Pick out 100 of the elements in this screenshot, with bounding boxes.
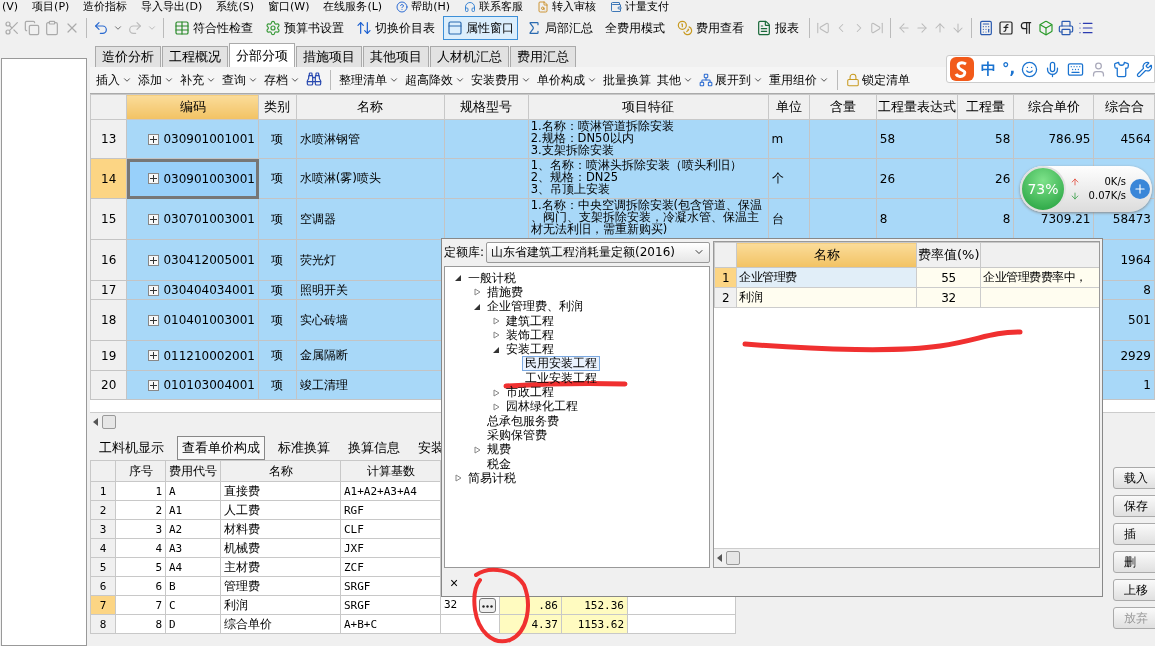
column-header[interactable]: 含量 — [809, 94, 877, 120]
menu-item[interactable]: 项目(P) — [32, 1, 70, 13]
row-number[interactable]: 16 — [90, 239, 127, 281]
menu-item[interactable]: 帮助(H) — [411, 1, 450, 13]
row-number[interactable]: 15 — [90, 198, 127, 240]
collapsed-icon[interactable] — [472, 445, 482, 454]
collapsed-icon[interactable] — [472, 288, 482, 297]
collapsed-icon[interactable] — [491, 317, 501, 326]
expand-icon[interactable] — [148, 379, 160, 391]
menu-item[interactable]: 造价指标 — [83, 1, 128, 13]
scroll-thumb[interactable] — [726, 551, 740, 565]
toolbar-button[interactable]: 安装费用 — [471, 71, 531, 89]
toolbar-button[interactable]: 锁定清单 — [846, 71, 910, 89]
expanded-icon[interactable] — [472, 302, 482, 311]
row-number[interactable]: 20 — [90, 370, 127, 400]
toolbar-button[interactable]: 批量换算 — [603, 71, 651, 89]
column-header[interactable]: 费率值(%) — [916, 242, 981, 268]
column-header[interactable]: 编码 — [126, 94, 259, 120]
toolbar-button[interactable]: 切换价目表 — [352, 16, 439, 40]
tree-item[interactable]: 总承包服务费 — [484, 413, 562, 429]
tree-item[interactable]: 采购保管费 — [484, 427, 550, 443]
add-button[interactable] — [1130, 179, 1150, 199]
tree-item[interactable]: 安装工程 — [503, 342, 557, 358]
expand-icon[interactable] — [148, 213, 160, 225]
column-header[interactable]: 单位 — [768, 94, 810, 120]
input-mode[interactable]: 中 — [981, 59, 996, 79]
menu-item[interactable]: 联系客服 — [479, 1, 523, 13]
column-header[interactable]: 项目特征 — [528, 94, 768, 120]
toolbar-button[interactable]: 查询 — [222, 71, 258, 89]
row-number[interactable]: 14 — [90, 158, 127, 199]
collapsed-icon[interactable] — [491, 331, 501, 340]
expand-icon[interactable] — [148, 173, 160, 184]
tree-item[interactable]: 园林绿化工程 — [503, 399, 581, 415]
toolbar-button[interactable]: 局部汇总 — [522, 16, 597, 40]
scroll-thumb[interactable] — [102, 415, 116, 429]
tab[interactable]: 其他项目 — [363, 46, 429, 67]
row-number[interactable]: 17 — [90, 280, 127, 300]
tree-item[interactable]: 民用安装工程 — [522, 356, 600, 372]
expand-icon[interactable] — [148, 350, 160, 361]
toolbar-button[interactable]: 超高降效 — [405, 71, 465, 89]
column-header[interactable]: 名称 — [736, 242, 917, 268]
horizontal-scrollbar[interactable] — [714, 548, 1099, 567]
close-button[interactable]: × — [448, 575, 461, 591]
tree-item[interactable]: 企业管理费、利润 — [484, 299, 586, 315]
tab[interactable]: 工料机显示 — [94, 435, 169, 460]
toolbar-button[interactable]: 费用查看 — [673, 16, 748, 40]
expand-icon[interactable] — [148, 254, 160, 266]
toolbar-button[interactable]: 单价构成 — [537, 71, 597, 89]
scroll-left-icon[interactable] — [717, 554, 722, 562]
row-number[interactable]: 1 — [714, 267, 737, 288]
menu-item[interactable]: (V) — [2, 1, 19, 13]
collapsed-icon[interactable] — [491, 402, 501, 411]
toolbar-button[interactable]: 插入 — [96, 71, 132, 89]
scroll-left-icon[interactable] — [93, 418, 98, 426]
side-button[interactable]: 上移 — [1113, 579, 1155, 601]
menu-item[interactable]: 计量支付 — [625, 1, 669, 13]
column-header[interactable]: 综合合 — [1093, 94, 1155, 120]
toolbar-button[interactable]: 报表 — [752, 16, 803, 40]
side-button[interactable]: 插 — [1113, 523, 1155, 545]
column-header[interactable]: 工程量表达式 — [876, 94, 958, 120]
row-number[interactable]: 18 — [90, 299, 127, 341]
tree-item[interactable]: 措施费 — [484, 284, 526, 300]
expand-icon[interactable] — [148, 314, 160, 326]
tree-item[interactable]: 规费 — [484, 442, 514, 458]
tab[interactable]: 人材机汇总 — [430, 46, 509, 67]
toolbar-button[interactable]: 整理清单 — [339, 71, 399, 89]
tab[interactable]: 措施项目 — [296, 46, 362, 67]
toolbar-button[interactable]: 符合性检查 — [170, 16, 257, 40]
column-header[interactable]: 综合单价 — [1013, 94, 1094, 120]
toolbar-button[interactable]: 属性窗口 — [443, 16, 518, 40]
menu-item[interactable]: 窗口(W) — [267, 1, 310, 13]
column-header[interactable]: 工程量 — [957, 94, 1014, 120]
punctuation-mode[interactable]: °, — [1002, 60, 1016, 78]
more-button[interactable] — [479, 597, 496, 613]
tree-item[interactable]: 税金 — [484, 456, 514, 472]
column-header[interactable]: 名称 — [296, 94, 445, 120]
row-number[interactable]: 13 — [90, 119, 127, 159]
tab[interactable]: 换算信息 — [343, 435, 405, 460]
toolbar-button[interactable]: 存档 — [264, 71, 300, 89]
tree-item[interactable]: 建筑工程 — [503, 313, 557, 329]
tab[interactable]: 查看单价构成 — [177, 435, 265, 460]
tree-item[interactable]: 工业安装工程 — [522, 370, 600, 386]
collapsed-icon[interactable] — [491, 388, 501, 397]
row-number[interactable]: 19 — [90, 340, 127, 371]
tab[interactable]: 标准换算 — [273, 435, 335, 460]
side-button[interactable]: 载入 — [1113, 467, 1155, 489]
tab[interactable]: 工程概况 — [162, 46, 228, 67]
expanded-icon[interactable] — [453, 274, 463, 283]
side-button[interactable]: 删 — [1113, 551, 1155, 573]
expand-icon[interactable] — [148, 284, 160, 296]
row-number[interactable]: 2 — [714, 287, 737, 308]
tab[interactable]: 分部分项 — [229, 43, 295, 67]
column-header[interactable]: 规格型号 — [444, 94, 529, 120]
tree-item[interactable]: 市政工程 — [503, 385, 557, 401]
expanded-icon[interactable] — [491, 345, 501, 354]
toolbar-button[interactable]: 补充 — [180, 71, 216, 89]
library-select[interactable]: 山东省建筑工程消耗量定额(2016) — [486, 241, 710, 263]
tree-item[interactable]: 简易计税 — [465, 470, 519, 486]
column-header[interactable]: 类别 — [258, 94, 297, 120]
toolbar-button[interactable]: 重用组价 — [769, 71, 829, 89]
